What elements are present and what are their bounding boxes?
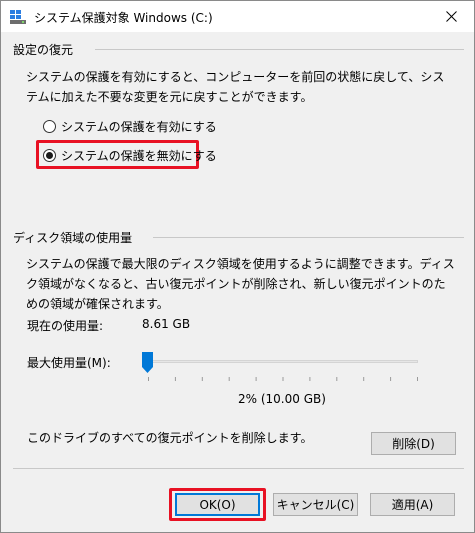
footer-separator <box>13 468 464 469</box>
radio-enable-protection[interactable]: システムの保護を有効にする <box>43 117 217 135</box>
restore-settings-divider <box>95 49 464 50</box>
current-usage-value: 8.61 GB <box>142 317 191 331</box>
current-usage-label: 現在の使用量: <box>27 319 104 333</box>
delete-button[interactable]: 削除(D) <box>371 432 456 455</box>
max-usage-slider-track[interactable] <box>146 360 418 363</box>
close-button[interactable] <box>428 1 474 32</box>
apply-button[interactable]: 適用(A) <box>370 493 455 516</box>
disk-usage-heading: ディスク領域の使用量 <box>13 231 133 245</box>
restore-settings-heading: 設定の復元 <box>13 43 74 57</box>
radio-enable-label: システムの保護を有効にする <box>61 119 217 134</box>
radio-disable-label: システムの保護を無効にする <box>61 148 217 163</box>
disk-usage-description: システムの保護で最大限のディスク領域を使用するように調整できます。ディスク領域が… <box>26 257 455 311</box>
max-usage-label: 最大使用量(M): <box>27 356 111 370</box>
cancel-button[interactable]: キャンセル(C) <box>273 493 358 516</box>
max-usage-slider-thumb[interactable] <box>142 352 154 373</box>
restore-settings-description: システムの保護を有効にすると、コンピューターを前回の状態に戻して、システムに加え… <box>26 70 445 104</box>
max-usage-readout: 2% (10.00 GB) <box>238 392 326 406</box>
window-title: システム保護対象 Windows (C:) <box>34 11 213 25</box>
ok-button[interactable]: OK(O) <box>175 493 260 516</box>
system-protection-dialog: システム保護対象 Windows (C:) 設定の復元 システムの保護を有効にす… <box>0 0 475 533</box>
close-icon <box>445 11 457 22</box>
drive-icon <box>10 10 26 24</box>
radio-disable-protection[interactable]: システムの保護を無効にする <box>43 146 217 164</box>
delete-description: このドライブのすべての復元ポイントを削除します。 <box>27 431 313 445</box>
disk-usage-divider <box>153 237 464 238</box>
radio-button[interactable] <box>43 119 56 133</box>
title-bar: システム保護対象 Windows (C:) <box>1 1 474 32</box>
slider-ticks <box>148 377 418 381</box>
radio-button-selected[interactable] <box>43 148 56 162</box>
